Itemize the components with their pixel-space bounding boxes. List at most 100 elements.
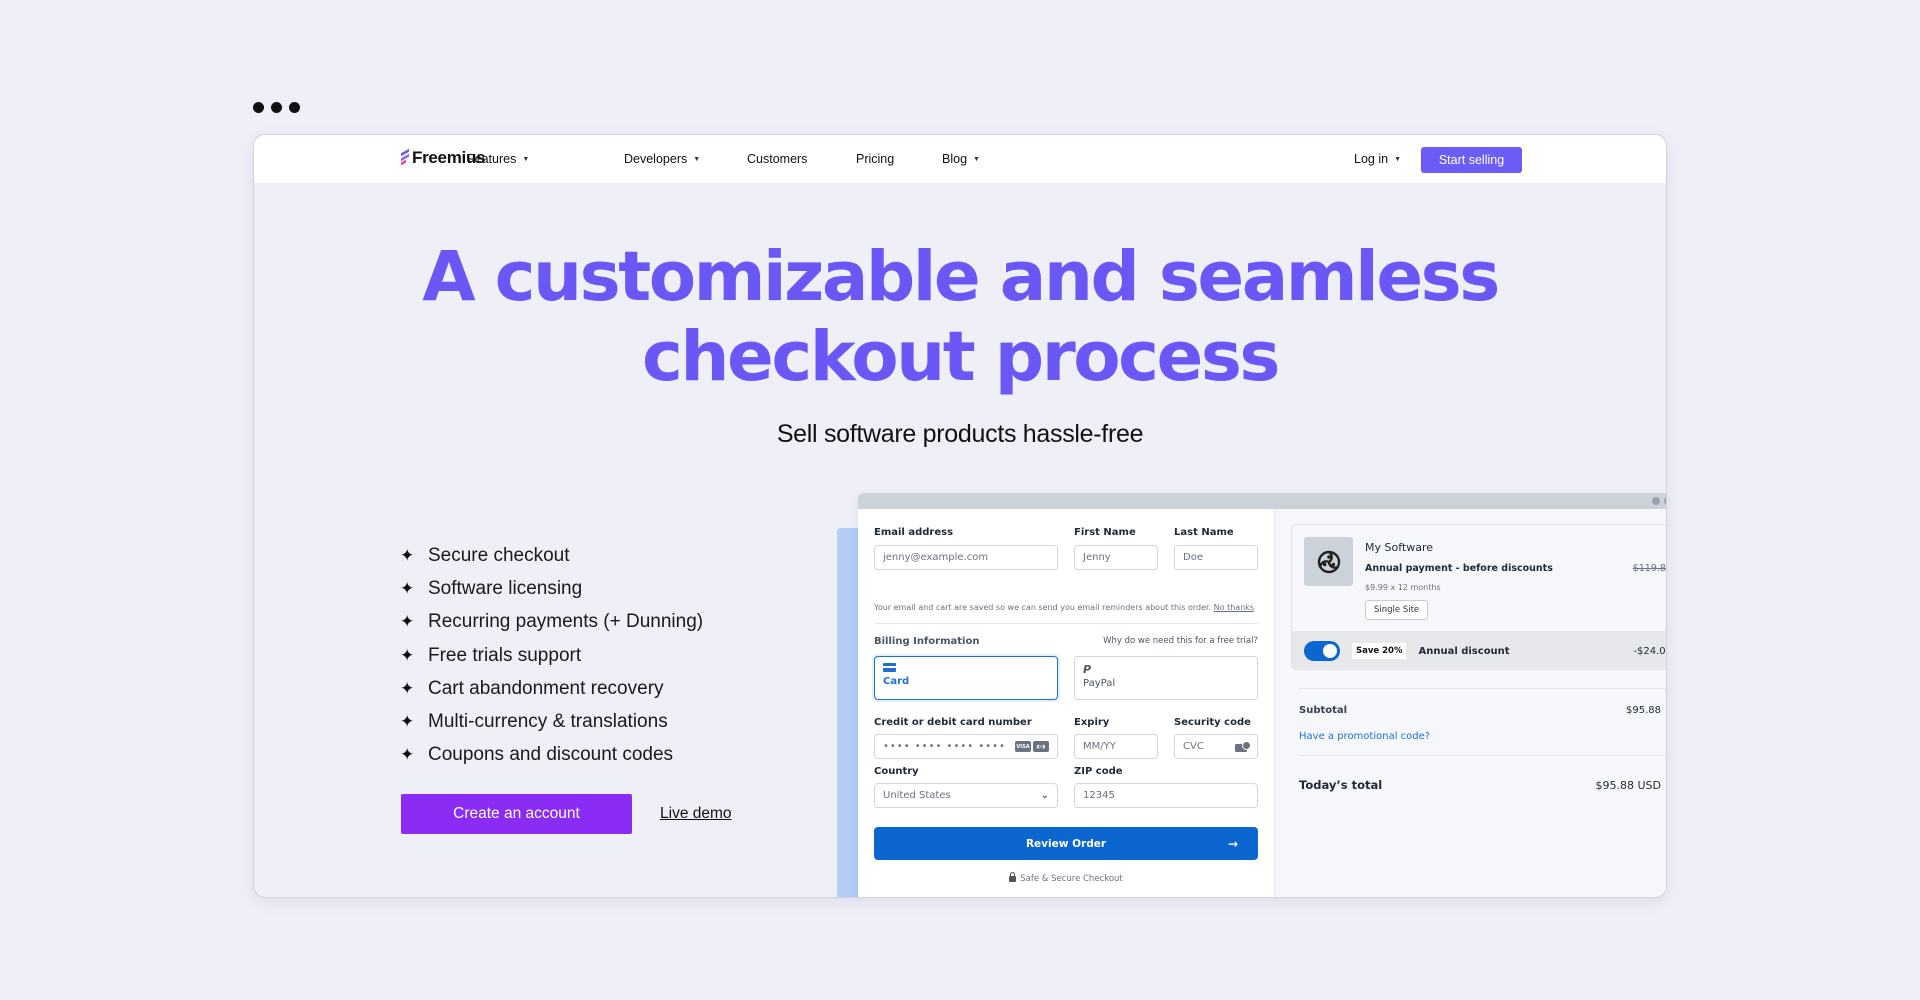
caret-down-icon: ▼	[693, 155, 701, 163]
nav-item-pricing[interactable]: Pricing	[856, 152, 894, 166]
feature-text: Software licensing	[428, 577, 583, 599]
feature-item: ✦ Secure checkout	[400, 539, 703, 572]
divider	[1299, 688, 1666, 689]
caret-down-icon: ▼	[1394, 155, 1401, 163]
country-label: Country	[874, 766, 919, 777]
freemius-logo-icon	[400, 148, 410, 167]
payment-option-card[interactable]: Card	[874, 656, 1058, 700]
billing-plan: Annual payment - before discounts	[1365, 563, 1553, 574]
email-label: Email address	[874, 527, 954, 538]
arrow-right-icon: →	[1227, 836, 1238, 851]
window-dot	[1664, 497, 1666, 505]
subtotal-value: $95.88	[1626, 705, 1661, 716]
total-value: $95.88 USD	[1595, 779, 1662, 792]
window-dot	[1652, 497, 1660, 505]
nav-item-developers[interactable]: Developers ▼	[624, 152, 700, 166]
expiry-label: Expiry	[1074, 717, 1110, 728]
annual-discount-toggle[interactable]	[1304, 641, 1340, 661]
feature-item: ✦ Coupons and discount codes	[400, 739, 703, 772]
payment-option-label: Card	[883, 676, 910, 687]
credit-card-icon	[883, 663, 896, 672]
security-code-field[interactable]: CVC	[1174, 734, 1258, 759]
save-badge: Save 20%	[1352, 643, 1407, 659]
feature-text: Coupons and discount codes	[428, 744, 674, 766]
expiry-field[interactable]: MM/YY	[1074, 734, 1158, 759]
product-logo-icon	[1317, 550, 1340, 573]
discount-label: Annual discount	[1418, 645, 1510, 657]
feature-item: ✦ Recurring payments (+ Dunning)	[400, 606, 703, 639]
window-controls	[253, 102, 300, 113]
product-thumbnail	[1304, 537, 1353, 586]
email-placeholder: jenny@example.com	[883, 552, 989, 563]
sparkle-icon: ✦	[400, 578, 415, 598]
nav-label: Pricing	[856, 152, 895, 166]
login-label: Log in	[1354, 152, 1389, 166]
zip-field[interactable]: 12345	[1074, 783, 1258, 808]
discount-amount: -$24.00	[1633, 645, 1666, 657]
nav-item-blog[interactable]: Blog ▼	[942, 152, 980, 166]
cvc-placeholder: CVC	[1183, 741, 1204, 752]
card-number-field[interactable]: •••• •••• •••• •••• VISA ◐◑	[874, 734, 1058, 759]
sparkle-icon: ✦	[400, 712, 415, 732]
feature-text: Free trials support	[428, 644, 582, 666]
feature-text: Recurring payments (+ Dunning)	[428, 611, 704, 633]
window-dot	[253, 102, 264, 113]
feature-list: ✦ Secure checkout ✦ Software licensing ✦ Re…	[400, 539, 703, 772]
browser-frame: Freemius Features ▼ Developers ▼ Custome…	[253, 134, 1667, 898]
email-hint: Your email and cart are saved so we can …	[874, 603, 1254, 612]
first-name-placeholder: Jenny	[1083, 552, 1111, 563]
hero-title: A customizable and seamless checkout pro…	[254, 237, 1666, 397]
secure-note-text: Safe & Secure Checkout	[1020, 874, 1123, 884]
total-label: Today’s total	[1299, 778, 1383, 792]
nav-label: Developers	[624, 152, 688, 166]
first-name-field[interactable]: Jenny	[1074, 545, 1158, 570]
checkout-preview: Email address jenny@example.com First Na…	[858, 493, 1666, 897]
license-select[interactable]: Single Site	[1365, 600, 1429, 620]
paypal-icon: P	[1083, 663, 1092, 676]
original-price: $119.88	[1632, 563, 1666, 574]
promo-code-link[interactable]: Have a promotional code?	[1299, 731, 1430, 742]
product-card: My Software Annual payment - before disc…	[1291, 524, 1666, 670]
first-name-label: First Name	[1074, 527, 1136, 538]
annual-discount-row: Save 20% Annual discount -$24.00	[1292, 631, 1666, 669]
last-name-field[interactable]: Doe	[1174, 545, 1258, 570]
payment-option-label: PayPal	[1083, 678, 1116, 689]
country-select[interactable]: United States ⌄	[874, 783, 1058, 808]
feature-item: ✦ Multi-currency & translations	[400, 705, 703, 738]
sparkle-icon: ✦	[400, 545, 415, 565]
free-trial-why-link[interactable]: Why do we need this for a free trial?	[1103, 636, 1258, 646]
feature-item: ✦ Free trials support	[400, 639, 703, 672]
live-demo-link[interactable]: Live demo	[660, 805, 732, 823]
review-order-label: Review Order	[1025, 837, 1107, 850]
chevron-down-icon: ⌄	[1040, 790, 1049, 801]
sparkle-icon: ✦	[400, 645, 415, 665]
caret-down-icon: ▼	[522, 155, 530, 163]
feature-text: Multi-currency & translations	[428, 711, 668, 733]
zip-placeholder: 12345	[1083, 790, 1115, 801]
card-number-label: Credit or debit card number	[874, 717, 1032, 728]
review-order-button[interactable]: Review Order →	[874, 827, 1258, 860]
payment-option-paypal[interactable]: P PayPal	[1074, 656, 1258, 700]
mastercard-icon: ◐◑	[1033, 741, 1049, 752]
nav-item-features[interactable]: Features ▼	[467, 152, 529, 166]
nav-label: Features	[467, 152, 517, 166]
product-name: My Software	[1365, 541, 1433, 554]
window-dot	[289, 102, 300, 113]
caret-down-icon: ▼	[973, 155, 980, 163]
email-hint-text: Your email and cart are saved so we can …	[874, 603, 1212, 612]
start-selling-button[interactable]: Start selling	[1421, 147, 1522, 173]
window-dot	[271, 102, 282, 113]
nav-label: Customers	[747, 152, 808, 166]
checkout-window-bar	[858, 493, 1666, 509]
cvc-card-icon	[1235, 740, 1251, 752]
email-field[interactable]: jenny@example.com	[874, 545, 1058, 570]
login-menu[interactable]: Log in ▼	[1354, 152, 1401, 166]
feature-item: ✦ Cart abandonment recovery	[400, 672, 703, 705]
create-account-button[interactable]: Create an account	[401, 794, 632, 834]
top-nav: Freemius Features ▼ Developers ▼ Custome…	[254, 135, 1666, 184]
no-thanks-link[interactable]: No thanks	[1214, 603, 1254, 612]
security-code-label: Security code	[1174, 717, 1251, 728]
nav-item-customers[interactable]: Customers	[747, 152, 807, 166]
country-value: United States	[883, 790, 951, 801]
divider	[874, 623, 1258, 624]
